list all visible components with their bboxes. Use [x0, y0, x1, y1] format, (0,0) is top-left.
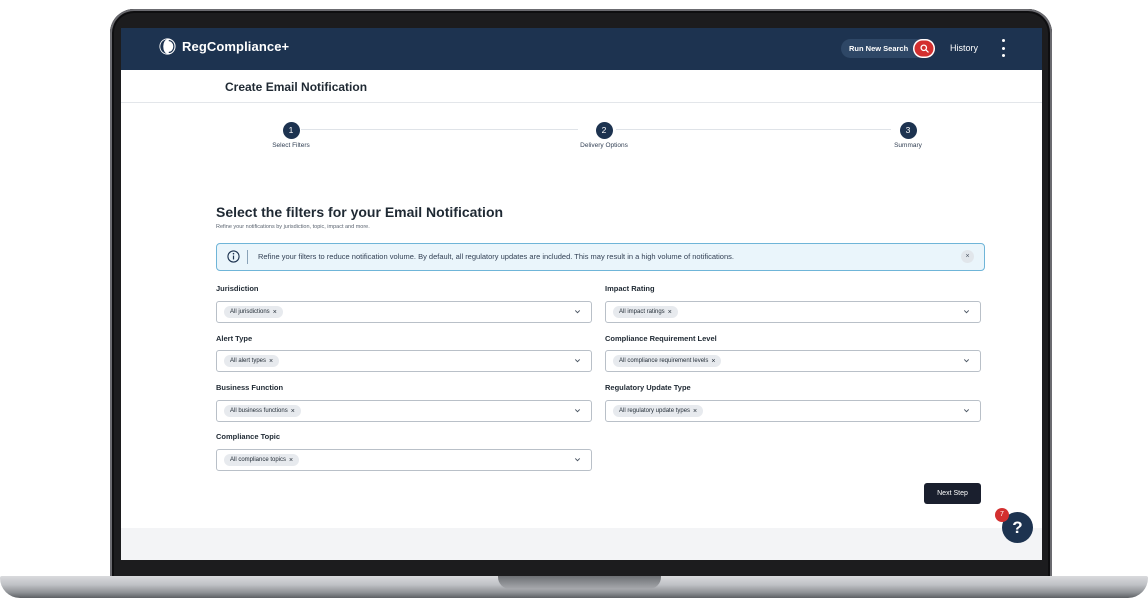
- step-label: Summary: [894, 142, 922, 149]
- step-number: 2: [595, 122, 613, 139]
- chip-text: All alert types: [230, 358, 267, 364]
- chevron-down-icon[interactable]: [962, 356, 971, 365]
- chevron-down-icon[interactable]: [962, 406, 971, 415]
- footer-band: [121, 528, 1042, 560]
- regulatory-update-type-select[interactable]: All regulatory update types ×: [605, 400, 981, 422]
- alert-type-select[interactable]: All alert types ×: [216, 350, 592, 372]
- compliance-topic-select[interactable]: All compliance topics ×: [216, 449, 592, 471]
- title-divider: [121, 102, 1042, 103]
- search-icon: [920, 44, 929, 53]
- app-screen: RegCompliance+ Run New Search History Cr…: [121, 28, 1042, 560]
- compliance-topic-chip[interactable]: All compliance topics ×: [224, 454, 300, 466]
- compliance-requirement-level-select[interactable]: All compliance requirement levels ×: [605, 350, 981, 372]
- impact-rating-select[interactable]: All impact ratings ×: [605, 301, 981, 323]
- chevron-down-icon[interactable]: [573, 356, 582, 365]
- chip-text: All compliance requirement levels: [619, 358, 709, 364]
- alert-text: Refine your filters to reduce notificati…: [258, 252, 734, 261]
- run-new-search-button[interactable]: Run New Search: [849, 44, 913, 53]
- chip-remove-icon[interactable]: ×: [269, 358, 273, 365]
- info-icon: [227, 250, 240, 263]
- notification-badge: 7: [995, 508, 1009, 522]
- info-alert: Refine your filters to reduce notificati…: [216, 243, 985, 271]
- chip-remove-icon[interactable]: ×: [291, 408, 295, 415]
- jurisdiction-chip[interactable]: All jurisdictions ×: [224, 306, 283, 318]
- chip-text: All impact ratings: [619, 309, 665, 315]
- compliance-requirement-level-label: Compliance Requirement Level: [605, 334, 717, 343]
- close-icon[interactable]: ×: [961, 250, 974, 263]
- chip-remove-icon[interactable]: ×: [273, 309, 277, 316]
- business-function-select[interactable]: All business functions ×: [216, 400, 592, 422]
- section-subtitle: Refine your notifications by jurisdictio…: [216, 224, 370, 230]
- step-label: Select Filters: [272, 142, 310, 149]
- compliance-topic-label: Compliance Topic: [216, 432, 281, 441]
- chevron-down-icon[interactable]: [573, 307, 582, 316]
- run-search-group: Run New Search: [841, 39, 936, 58]
- chip-text: All compliance topics: [230, 457, 287, 463]
- chip-text: All regulatory update types: [619, 408, 691, 414]
- stepper-connector: [616, 129, 891, 130]
- brand[interactable]: RegCompliance+: [159, 38, 289, 55]
- step-number: 1: [282, 122, 300, 139]
- top-navbar: RegCompliance+ Run New Search History: [121, 28, 1042, 70]
- step-number: 3: [899, 122, 917, 139]
- step-select-filters[interactable]: 1 Select Filters: [241, 122, 341, 149]
- regulatory-update-type-label: Regulatory Update Type: [605, 383, 691, 392]
- chevron-down-icon[interactable]: [573, 455, 582, 464]
- regulatory-update-type-chip[interactable]: All regulatory update types ×: [613, 405, 704, 417]
- alert-divider: [247, 250, 248, 264]
- chip-remove-icon[interactable]: ×: [289, 457, 293, 464]
- jurisdiction-select[interactable]: All jurisdictions ×: [216, 301, 592, 323]
- chip-text: All jurisdictions: [230, 309, 270, 315]
- business-function-label: Business Function: [216, 383, 284, 392]
- chip-remove-icon[interactable]: ×: [711, 358, 715, 365]
- alert-type-label: Alert Type: [216, 334, 253, 343]
- history-link[interactable]: History: [950, 43, 978, 53]
- step-label: Delivery Options: [580, 142, 628, 149]
- chevron-down-icon[interactable]: [962, 307, 971, 316]
- section-title: Select the filters for your Email Notifi…: [216, 204, 504, 220]
- business-function-chip[interactable]: All business functions ×: [224, 405, 301, 417]
- stepper-connector: [301, 129, 578, 130]
- kebab-menu-icon[interactable]: [1000, 39, 1006, 57]
- chip-text: All business functions: [230, 408, 288, 414]
- chevron-down-icon[interactable]: [573, 406, 582, 415]
- search-button[interactable]: [913, 39, 936, 58]
- next-step-button[interactable]: Next Step: [924, 483, 981, 504]
- chip-remove-icon[interactable]: ×: [668, 309, 672, 316]
- impact-rating-label: Impact Rating: [605, 284, 655, 293]
- page-title: Create Email Notification: [225, 80, 368, 94]
- step-delivery-options[interactable]: 2 Delivery Options: [554, 122, 654, 149]
- impact-rating-chip[interactable]: All impact ratings ×: [613, 306, 678, 318]
- alert-type-chip[interactable]: All alert types ×: [224, 355, 280, 367]
- jurisdiction-label: Jurisdiction: [216, 284, 259, 293]
- brand-name: RegCompliance+: [182, 39, 290, 54]
- laptop-notch: [498, 576, 661, 589]
- chip-remove-icon[interactable]: ×: [693, 408, 697, 415]
- step-summary[interactable]: 3 Summary: [858, 122, 958, 149]
- compliance-requirement-level-chip[interactable]: All compliance requirement levels ×: [613, 355, 722, 367]
- brand-logo-icon: [159, 38, 176, 55]
